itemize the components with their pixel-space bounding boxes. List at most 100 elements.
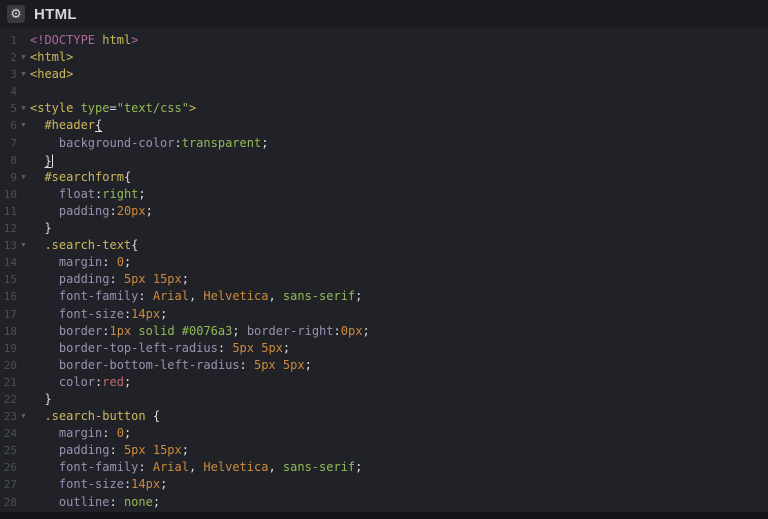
token-plain: : [333,323,341,338]
code-line[interactable]: 13 ▼ .search-text{ [0,237,768,254]
line-number: 27 [3,478,17,492]
code-line[interactable]: 24 margin: 0; [0,425,768,442]
code-line[interactable]: 26 font-family: Arial, Helvetica, sans-s… [0,459,768,476]
settings-button[interactable]: ⚙ [7,5,25,23]
token-number: 15px [152,272,182,287]
code-line[interactable]: 25 padding: 5px 15px; [0,442,768,459]
token-number: 1px [109,323,132,338]
code-line[interactable]: 23 ▼ .search-button { [0,408,768,425]
code-line[interactable]: 6 ▼ #header{ [0,117,768,134]
token-plain: : [102,323,110,338]
token-selector: .search-button [44,409,146,424]
code-line[interactable]: 14 margin: 0; [0,254,768,271]
text-cursor [51,154,54,168]
line-number: 24 [3,427,17,441]
code-text: font-size:14px; [30,306,167,323]
token-plain: : [109,203,117,218]
code-line[interactable]: 7 background-color:transparent; [0,135,768,152]
token-meta: > [131,33,139,47]
line-number: 10 [3,187,17,201]
line-number: 12 [3,222,17,236]
panel-title: HTML [34,5,77,23]
token-plain: ; [152,494,161,509]
code-line[interactable]: 8 } [0,152,768,169]
code-line[interactable]: 2 ▼ <html> [0,49,768,66]
code-line[interactable]: 5 ▼ <style type="text/css"> [0,100,768,117]
token-string: "text/css" [116,101,189,116]
token-plain: { [123,169,132,184]
fold-arrow-icon[interactable]: ▼ [17,169,30,186]
code-line[interactable]: 27 font-size:14px; [0,476,768,493]
fold-arrow-icon[interactable]: ▼ [17,49,30,66]
token-fontname: Arial [152,289,189,304]
code-line[interactable]: 3 ▼ <head> [0,66,768,83]
code-line[interactable]: 22 } [0,391,768,408]
code-line[interactable]: 12 } [0,220,768,237]
code-line[interactable]: 21 color:red; [0,374,768,391]
fold-arrow-icon[interactable]: ▼ [17,100,30,117]
code-text: <!DOCTYPE html> [30,32,138,49]
code-line[interactable]: 4 [0,83,768,100]
line-number: 16 [3,290,17,304]
code-line[interactable]: 10 float:right; [0,186,768,203]
line-number: 6 [10,119,17,133]
code-text: padding: 5px 15px; [30,442,189,459]
code-line[interactable]: 20 border-bottom-left-radius: 5px 5px; [0,357,768,374]
code-text: #searchform{ [30,169,131,186]
line-number: 18 [3,324,17,338]
fold-arrow-icon[interactable]: ▼ [17,237,30,254]
code-line[interactable]: 1 <!DOCTYPE html> [0,32,768,49]
token-colorkw: red [102,374,124,389]
code-editor[interactable]: 1 <!DOCTYPE html> 2 ▼ <html> 3 ▼ <head> 4 5 ▼ <styl… [0,28,768,512]
fold-arrow-icon[interactable]: ▼ [17,66,30,83]
pane-divider[interactable] [0,512,768,519]
code-line[interactable]: 15 padding: 5px 15px; [0,271,768,288]
code-text: .search-button { [30,408,160,425]
token-property: color [58,374,96,389]
code-line[interactable]: 11 padding:20px; [0,203,768,220]
token-tag: <head> [30,67,74,82]
token-property: font-size [58,477,124,492]
token-tag: html [102,33,132,47]
code-text: } [30,391,51,408]
code-line[interactable]: 28 outline: none; [0,494,768,511]
token-attr: type [80,101,110,116]
line-number: 15 [3,273,17,287]
code-text: .search-text{ [30,237,138,254]
line-number: 3 [10,68,17,82]
token-fontname: Arial [152,460,189,475]
code-line[interactable]: 16 font-family: Arial, Helvetica, sans-s… [0,288,768,305]
token-fontname: Helvetica [203,460,269,475]
token-plain: ; [138,186,146,201]
code-line[interactable]: 17 font-size:14px; [0,306,768,323]
token-property: outline [58,494,110,509]
code-text: margin: 0; [30,425,131,442]
line-number: 13 [3,239,17,253]
fold-arrow-icon[interactable]: ▼ [17,408,30,425]
token-meta: <!DOCTYPE [30,33,103,47]
code-line[interactable]: 9 ▼ #searchform{ [0,169,768,186]
fold-arrow-icon[interactable]: ▼ [17,117,30,134]
code-text: margin: 0; [30,254,131,271]
code-editor-panel: ⚙ HTML 1 <!DOCTYPE html> 2 ▼ <html> 3 ▼ <head> 4… [0,0,768,519]
token-property: padding [58,443,110,458]
token-plain: ; [304,357,312,372]
code-line[interactable]: 18 border:1px solid #0076a3; border-righ… [0,323,768,340]
code-text: border:1px solid #0076a3; border-right:0… [30,323,370,340]
token-plain: ; [282,340,291,355]
code-line[interactable]: 19 border-top-left-radius: 5px 5px; [0,340,768,357]
token-bracematch: } [44,153,52,168]
token-tag: <style [30,101,81,116]
token-plain: ; [261,135,269,150]
